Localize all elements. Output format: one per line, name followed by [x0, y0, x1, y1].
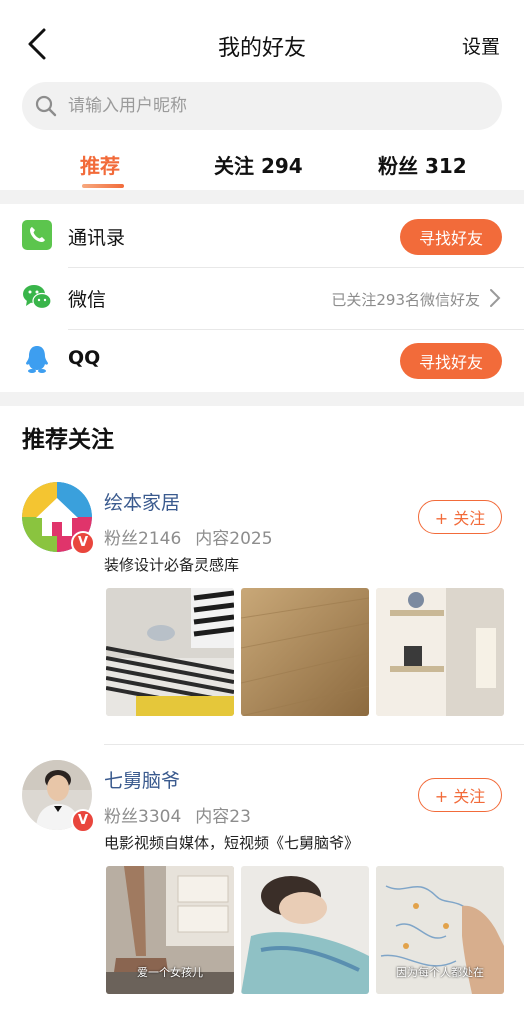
recommended-section-title: 推荐关注 — [22, 427, 114, 453]
user-name[interactable]: 绘本家居 — [104, 488, 180, 515]
content-thumbnail[interactable]: 因为每个人都处在 — [376, 866, 504, 994]
content-thumbnail[interactable] — [106, 588, 234, 716]
section-divider — [0, 392, 524, 406]
fans-count: 粉丝2146 — [104, 529, 182, 549]
recommended-user-card: V 绘本家居 粉丝2146 内容2025 装修设计必备灵感库 + 关注 — [0, 480, 524, 745]
user-description: 装修设计必备灵感库 — [104, 556, 240, 574]
follow-button[interactable]: + 关注 — [418, 500, 502, 534]
verified-badge: V — [71, 809, 95, 833]
contacts-row-address-book[interactable]: 通讯录 寻找好友 — [0, 206, 524, 268]
active-tab-indicator — [82, 184, 124, 188]
content-thumbnail[interactable]: 爱一个女孩儿 — [106, 866, 234, 994]
find-friends-button-contacts[interactable]: 寻找好友 — [400, 219, 502, 255]
qq-label: QQ — [68, 347, 101, 369]
fans-count: 粉丝3304 — [104, 807, 182, 827]
avatar[interactable]: V — [22, 482, 95, 555]
tab-fans[interactable]: 粉丝 312 — [378, 150, 467, 179]
content-thumbnail[interactable] — [376, 588, 504, 716]
chevron-right-icon — [490, 289, 501, 307]
qq-icon — [26, 346, 48, 373]
user-stats: 粉丝3304 内容23 — [104, 802, 265, 827]
section-divider — [0, 190, 524, 204]
settings-button[interactable]: 设置 — [462, 32, 500, 59]
contacts-row-qq[interactable]: QQ 寻找好友 — [0, 330, 524, 392]
phone-icon — [22, 220, 52, 250]
wechat-icon — [23, 285, 52, 310]
content-thumbnail[interactable] — [241, 588, 369, 716]
address-book-label: 通讯录 — [68, 227, 126, 249]
nav-header: 我的好友 设置 — [0, 0, 524, 84]
wechat-follow-status: 已关注293名微信好友 — [331, 291, 480, 309]
contacts-row-wechat[interactable]: 微信 已关注293名微信好友 — [0, 268, 524, 330]
find-friends-button-qq[interactable]: 寻找好友 — [400, 343, 502, 379]
user-description: 电影视频自媒体，短视频《七舅脑爷》 — [104, 834, 360, 852]
avatar[interactable]: V — [22, 760, 95, 833]
wechat-label: 微信 — [68, 289, 107, 311]
card-divider — [104, 744, 524, 745]
content-thumbnail[interactable] — [241, 866, 369, 994]
follow-button[interactable]: + 关注 — [418, 778, 502, 812]
user-name[interactable]: 七舅脑爷 — [104, 766, 180, 793]
verified-badge: V — [71, 531, 95, 555]
search-icon — [35, 95, 57, 117]
search-bar[interactable] — [22, 82, 502, 130]
tab-recommended[interactable]: 推荐 — [80, 150, 120, 179]
content-count: 内容2025 — [195, 529, 273, 549]
recommended-user-card: V 七舅脑爷 粉丝3304 内容23 电影视频自媒体，短视频《七舅脑爷》 + 关注… — [0, 758, 524, 1024]
tab-following[interactable]: 关注 294 — [214, 150, 303, 179]
thumbnail-caption: 爱一个女孩儿 — [137, 966, 203, 979]
content-count: 内容23 — [195, 807, 251, 827]
page-title: 我的好友 — [217, 36, 306, 61]
content-thumbnails: 爱一个女孩儿 因为每个人都处在 — [106, 866, 504, 994]
content-thumbnails — [106, 588, 504, 716]
user-stats: 粉丝2146 内容2025 — [104, 524, 287, 549]
thumbnail-caption: 因为每个人都处在 — [396, 966, 484, 979]
search-input[interactable] — [68, 82, 488, 130]
tab-bar: 推荐 关注 294 粉丝 312 — [0, 140, 524, 190]
